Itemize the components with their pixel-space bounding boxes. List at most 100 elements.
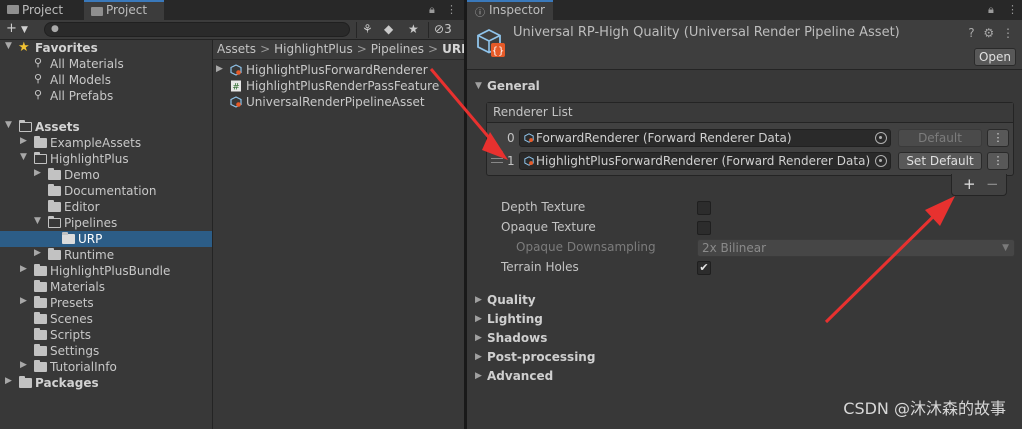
list-add-remove: + − (951, 174, 1007, 196)
depth-texture-checkbox[interactable] (697, 201, 711, 215)
tree-folder-demo[interactable]: ▶ Demo (0, 167, 212, 183)
folder-open-icon (48, 216, 61, 228)
tree-folder-highlightplusbundle[interactable]: ▶ HighlightPlusBundle (0, 263, 212, 279)
checkmark-icon: ✔ (699, 261, 709, 274)
asset-file-row[interactable]: ▶ HighlightPlusForwardRenderer (213, 62, 464, 78)
section-general[interactable]: ▼ General (467, 78, 1022, 96)
terrain-holes-checkbox[interactable]: ✔ (697, 261, 711, 275)
expand-arrow-icon[interactable]: ▶ (216, 64, 223, 74)
folder-icon (34, 344, 47, 356)
tree-fav-item[interactable]: ⚲ All Prefabs (0, 88, 212, 104)
add-renderer-button[interactable]: + (963, 175, 976, 193)
remove-renderer-button[interactable]: − (986, 175, 999, 193)
object-picker-icon[interactable] (875, 155, 887, 167)
expand-arrow-icon[interactable]: ▶ (20, 136, 27, 146)
tree-favorites[interactable]: ▼ ★ Favorites (0, 40, 212, 56)
csharp-script-icon: # (231, 80, 241, 92)
watermark: CSDN @沐沐森的故事 (843, 399, 1006, 418)
renderer-list-row: 1 HighlightPlusForwardRenderer (Forward … (487, 150, 1013, 172)
section-shadows[interactable]: ▶ Shadows (467, 330, 1022, 348)
lock-icon[interactable]: 🔒︎ (429, 3, 435, 17)
create-dropdown[interactable]: + ▼ (6, 21, 28, 36)
menu-dots-icon[interactable]: ⋮ (446, 3, 457, 16)
tree-folder-scripts[interactable]: Scripts (0, 327, 212, 343)
help-icon[interactable]: ? (968, 26, 974, 40)
breadcrumb-item[interactable]: Assets (217, 42, 256, 56)
tree-folder-presets[interactable]: ▶ Presets (0, 295, 212, 311)
tree-folder-pipelines[interactable]: ▼ Pipelines (0, 215, 212, 231)
section-quality[interactable]: ▶ Quality (467, 292, 1022, 310)
inspector-header: {} Universal RP-High Quality (Universal … (467, 20, 1022, 70)
tree-fav-item[interactable]: ⚲ All Models (0, 72, 212, 88)
asset-file-row[interactable]: # HighlightPlusRenderPassFeature (213, 78, 464, 94)
expand-arrow-icon[interactable]: ▶ (34, 248, 41, 258)
tree-folder-scenes[interactable]: Scenes (0, 311, 212, 327)
section-lighting[interactable]: ▶ Lighting (467, 311, 1022, 329)
opaque-texture-checkbox[interactable] (697, 221, 711, 235)
object-picker-icon[interactable] (875, 132, 887, 144)
tab-project-2[interactable]: Project (84, 0, 164, 20)
expand-arrow-icon[interactable]: ▶ (20, 360, 27, 370)
expand-arrow-icon[interactable]: ▼ (20, 152, 27, 162)
lock-icon[interactable]: 🔒︎ (988, 3, 994, 17)
favorite-filter-icon[interactable]: ★ (408, 22, 419, 36)
pipeline-asset-icon: {} (477, 28, 505, 57)
set-default-button[interactable]: Set Default (898, 152, 982, 170)
tree-assets[interactable]: ▼ Assets (0, 119, 212, 135)
menu-dots-icon[interactable]: ⋮ (1002, 26, 1014, 40)
inspector-tabbar: ⓘ Inspector 🔒︎ ⋮ (467, 0, 1022, 20)
folder-icon (19, 376, 32, 388)
asset-file-row[interactable]: UniversalRenderPipelineAsset (213, 94, 464, 110)
chevron-down-icon: ▼ (1002, 243, 1009, 253)
menu-dots-icon[interactable]: ⋮ (1007, 3, 1018, 16)
tree-folder-tutorialinfo[interactable]: ▶ TutorialInfo (0, 359, 212, 375)
tree-folder-urp[interactable]: URP (0, 231, 212, 247)
inspector-panel: ⓘ Inspector 🔒︎ ⋮ {} Universal RP-High Qu… (467, 0, 1022, 429)
tree-folder-editor[interactable]: Editor (0, 199, 212, 215)
tree-packages[interactable]: ▶ Packages (0, 375, 212, 391)
section-advanced[interactable]: ▶ Advanced (467, 368, 1022, 386)
folder-icon (34, 312, 47, 324)
row-index: 0 (507, 131, 515, 145)
filter-by-type-icon[interactable]: ⚘ (362, 22, 373, 36)
expand-arrow-icon[interactable]: ▼ (34, 216, 41, 226)
tab-inspector[interactable]: ⓘ Inspector (467, 0, 553, 20)
expand-arrow-icon[interactable]: ▶ (20, 296, 27, 306)
renderer-object-field[interactable]: ForwardRenderer (Forward Renderer Data) (519, 129, 891, 147)
breadcrumb-item[interactable]: HighlightPlus (274, 42, 353, 56)
open-button[interactable]: Open (974, 48, 1016, 66)
tree-folder-materials[interactable]: Materials (0, 279, 212, 295)
folder-icon (34, 264, 47, 276)
section-post-processing[interactable]: ▶ Post-processing (467, 349, 1022, 367)
tab-project-1[interactable]: Project (0, 0, 82, 20)
tree-folder-exampleassets[interactable]: ▶ ExampleAssets (0, 135, 212, 151)
expand-arrow-icon[interactable]: ▶ (20, 264, 27, 274)
folder-icon (34, 296, 47, 308)
renderer-object-field[interactable]: HighlightPlusForwardRenderer (Forward Re… (519, 152, 891, 170)
row-menu-button[interactable]: ⋮ (987, 129, 1009, 147)
expand-arrow-icon: ▶ (475, 371, 482, 381)
tree-fav-item[interactable]: ⚲ All Materials (0, 56, 212, 72)
search-input[interactable]: ● (44, 22, 350, 37)
settings-icon[interactable]: ⚙ (983, 26, 994, 40)
expand-arrow-icon[interactable]: ▶ (34, 168, 41, 178)
hidden-packages-icon[interactable]: ⊘3 (434, 22, 452, 36)
row-menu-button[interactable]: ⋮ (987, 152, 1009, 170)
search-icon: ● (51, 24, 59, 34)
search-icon: ⚲ (34, 56, 43, 69)
filter-by-label-icon[interactable]: ◆ (384, 22, 393, 36)
expand-arrow-icon[interactable]: ▼ (5, 120, 12, 130)
folder-icon (34, 328, 47, 340)
renderer-asset-icon (230, 64, 242, 76)
tree-folder-runtime[interactable]: ▶ Runtime (0, 247, 212, 263)
expand-arrow-icon[interactable]: ▶ (5, 376, 12, 386)
tree-folder-highlightplus[interactable]: ▼ HighlightPlus (0, 151, 212, 167)
drag-handle-icon[interactable] (491, 158, 503, 163)
folder-icon (7, 5, 19, 14)
tree-folder-settings[interactable]: Settings (0, 343, 212, 359)
expand-arrow-icon[interactable]: ▼ (5, 41, 12, 51)
info-icon: ⓘ (475, 8, 485, 19)
tree-folder-documentation[interactable]: Documentation (0, 183, 212, 199)
folder-icon (48, 200, 61, 212)
breadcrumb-item[interactable]: Pipelines (371, 42, 424, 56)
